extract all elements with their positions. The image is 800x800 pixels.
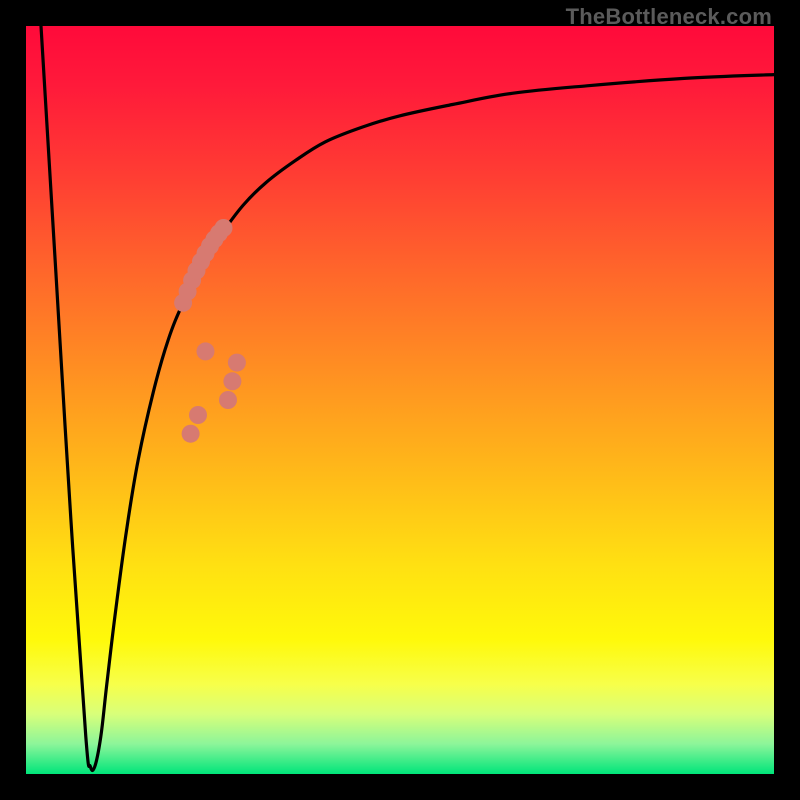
highlight-dot (223, 372, 241, 390)
highlight-dot (219, 391, 237, 409)
dots-layer (26, 26, 774, 774)
highlight-dot (215, 219, 233, 237)
highlight-dot (182, 425, 200, 443)
highlight-dot (228, 354, 246, 372)
plot-area (26, 26, 774, 774)
salmon-dots (174, 219, 246, 443)
chart-stage: TheBottleneck.com (0, 0, 800, 800)
highlight-dot (189, 406, 207, 424)
highlight-dot (197, 342, 215, 360)
